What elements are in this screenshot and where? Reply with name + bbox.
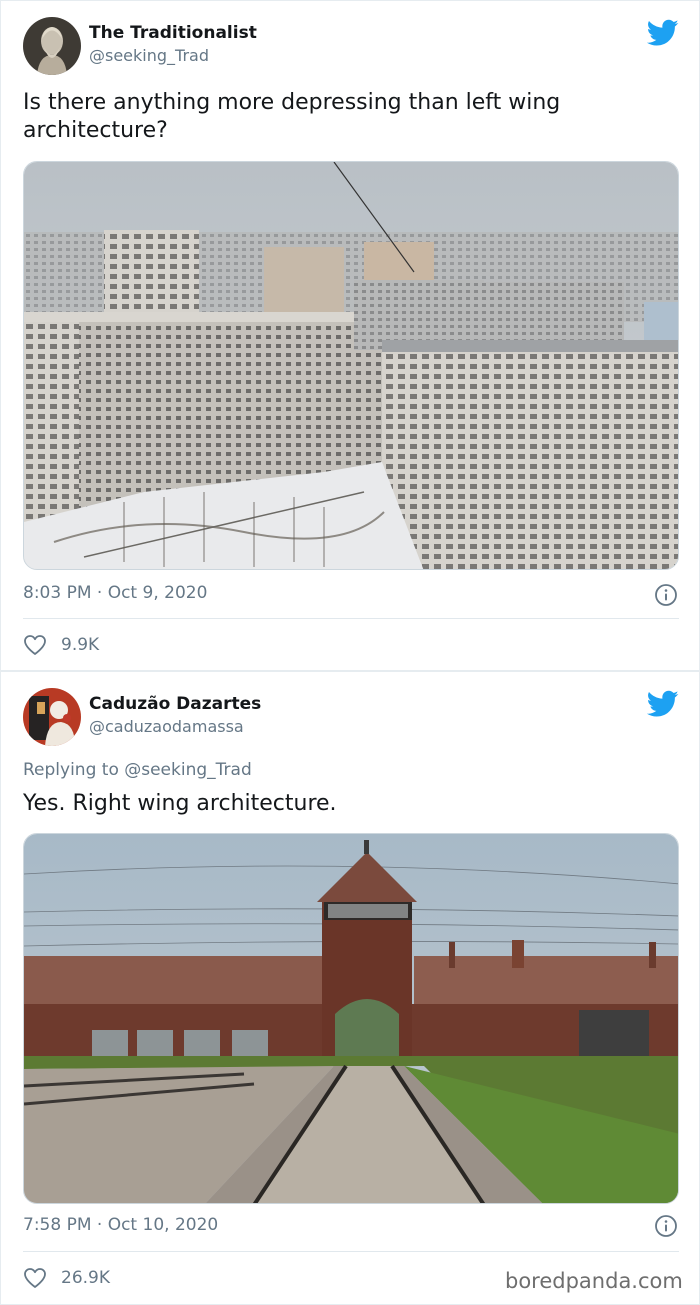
heart-icon[interactable] (23, 1267, 47, 1289)
twitter-bird-icon[interactable] (646, 19, 679, 47)
author-name[interactable]: The Traditionalist (89, 23, 257, 43)
replying-to-label[interactable]: Replying to @seeking_Trad (23, 760, 252, 780)
like-count-value: 9.9K (61, 635, 100, 655)
divider (23, 618, 679, 619)
tweet-card-1: The Traditionalist @seeking_Trad Is ther… (0, 0, 700, 671)
twitter-bird-icon[interactable] (646, 690, 679, 718)
pirate-avatar[interactable] (23, 688, 81, 746)
tweet-photo-railway-gate[interactable] (23, 833, 679, 1204)
divider (23, 1251, 679, 1252)
tweet-text: Yes. Right wing architecture. (23, 791, 337, 816)
author-name[interactable]: Caduzão Dazartes (89, 694, 261, 714)
info-icon[interactable] (654, 1214, 678, 1238)
tweet-photo-apartment-blocks[interactable] (23, 161, 679, 570)
tweet-timestamp[interactable]: 7:58 PM · Oct 10, 2020 (23, 1215, 218, 1235)
tweet-text: Is there anything more depressing than l… (23, 90, 561, 143)
like-count[interactable]: 26.9K (23, 1267, 110, 1289)
statue-bust-avatar[interactable] (23, 17, 81, 75)
author-handle[interactable]: @seeking_Trad (89, 46, 209, 65)
boredpanda-watermark: boredpanda.com (505, 1269, 683, 1293)
like-count-value: 26.9K (61, 1268, 110, 1288)
author-handle[interactable]: @caduzaodamassa (89, 717, 244, 736)
like-count[interactable]: 9.9K (23, 634, 99, 656)
heart-icon[interactable] (23, 634, 47, 656)
tweet-card-2: Caduzão Dazartes @caduzaodamassa Replyin… (0, 671, 700, 1305)
tweet-timestamp[interactable]: 8:03 PM · Oct 9, 2020 (23, 583, 207, 603)
info-icon[interactable] (654, 583, 678, 607)
